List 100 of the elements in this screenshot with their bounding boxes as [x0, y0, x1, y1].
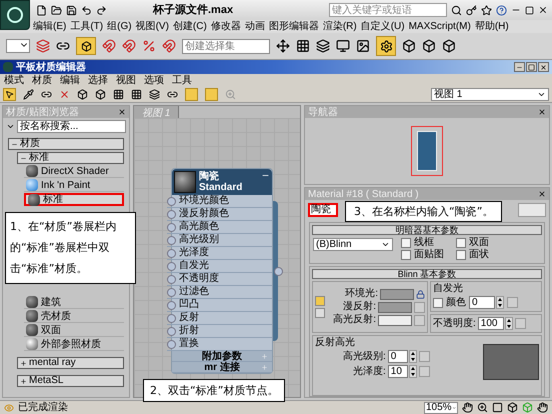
delete-icon[interactable]	[59, 89, 70, 100]
dropdown[interactable]	[6, 39, 30, 53]
menu-item[interactable]: 模式	[4, 76, 24, 86]
menu-item[interactable]: 工具(T)	[70, 22, 104, 32]
rollout-header[interactable]: 材质	[8, 138, 124, 150]
toggle-button[interactable]	[376, 36, 396, 56]
material-list-item[interactable]: DirectX Shader	[24, 165, 124, 178]
menu-item[interactable]: 选项	[144, 76, 164, 86]
spinner-arrows-icon[interactable]	[504, 317, 513, 330]
menu-item[interactable]: 创建(C)	[172, 22, 207, 32]
selection-set-field[interactable]: 创建选择集	[182, 38, 270, 54]
spinner-arrows-icon[interactable]	[408, 365, 417, 378]
checkbox[interactable]	[456, 250, 466, 260]
gear-icon	[380, 40, 392, 52]
material-list-item[interactable]: 标准	[24, 193, 124, 206]
select-tool-button[interactable]	[3, 88, 16, 101]
material-list-item[interactable]: 建筑	[24, 296, 124, 309]
undo-icon[interactable]	[81, 4, 92, 16]
pan-all-icon[interactable]	[537, 402, 548, 413]
toggle-button[interactable]	[205, 88, 218, 101]
color-swatch[interactable]	[378, 314, 412, 326]
color-swatch[interactable]	[378, 302, 412, 312]
rollout-header[interactable]: 标准	[17, 152, 124, 164]
menu-item[interactable]: 视图	[116, 76, 136, 86]
lock-icon[interactable]	[416, 290, 425, 298]
minimize-button[interactable]	[514, 62, 525, 72]
menu-item[interactable]: 编辑	[60, 76, 80, 86]
magnet-icon[interactable]	[122, 39, 136, 53]
material-list-item[interactable]: 外部参照材质	[24, 338, 124, 351]
new-file-icon[interactable]	[36, 4, 47, 16]
help-icon[interactable]	[496, 4, 507, 16]
link-icon[interactable]	[41, 89, 52, 100]
checkbox[interactable]	[401, 250, 411, 260]
toggle-button[interactable]	[185, 88, 198, 101]
menu-item[interactable]: MAXScript(M)	[408, 22, 471, 32]
menu-item[interactable]: 修改器	[210, 22, 241, 32]
maximize-button[interactable]	[526, 62, 537, 72]
menu-item[interactable]: 组(G)	[107, 22, 132, 32]
menu-item[interactable]: 图形编辑器	[268, 22, 319, 32]
close-icon[interactable]	[538, 5, 548, 15]
specular-level-field[interactable]: 0	[388, 350, 408, 363]
material-list-item[interactable]: 壳材质	[24, 310, 124, 323]
layers-icon[interactable]	[316, 39, 330, 53]
opacity-field[interactable]: 100	[478, 317, 504, 330]
menu-item[interactable]: 编辑(E)	[33, 22, 66, 32]
rollout-header[interactable]: MetaSL	[17, 375, 124, 387]
checkbox-label: 线框	[414, 238, 434, 248]
glossiness-field[interactable]: 10	[388, 365, 408, 378]
close-icon[interactable]	[538, 190, 546, 198]
toggle-button[interactable]	[76, 37, 96, 55]
star-icon[interactable]	[481, 4, 492, 16]
pan-icon[interactable]	[462, 402, 473, 413]
key-icon[interactable]	[466, 4, 477, 16]
menu-item[interactable]: 自定义(U)	[360, 22, 405, 32]
status-text: 已完成渲染	[18, 402, 68, 412]
close-icon[interactable]	[538, 108, 546, 116]
slot-label: 环境光颜色	[179, 196, 229, 206]
rollout-header[interactable]: Blinn 基本参数	[312, 269, 542, 279]
open-folder-icon[interactable]	[51, 4, 62, 16]
expand-icon[interactable]	[20, 360, 27, 366]
expand-icon[interactable]	[20, 378, 27, 384]
menu-item[interactable]: 渲染(R)	[322, 22, 357, 32]
view-dropdown[interactable]: 视图 1	[431, 88, 549, 101]
app-logo-icon[interactable]	[0, 0, 30, 30]
node-rollout[interactable]: mr 连接	[172, 362, 272, 373]
material-list-item[interactable]: 双面	[24, 324, 124, 337]
checker-icon[interactable]	[113, 89, 124, 100]
eyedropper-icon[interactable]	[23, 89, 34, 100]
menu-item[interactable]: 材质	[32, 76, 52, 86]
search-field[interactable]: 键入关键字或短语	[329, 3, 447, 17]
checkbox[interactable]	[401, 238, 411, 248]
menu-item[interactable]: 帮助(H)	[474, 22, 509, 32]
magnet-icon[interactable]	[102, 39, 116, 53]
menu-item[interactable]: 工具	[172, 76, 192, 86]
name-field[interactable]: 陶瓷	[308, 203, 338, 217]
redo-icon[interactable]	[96, 4, 107, 16]
maximize-icon[interactable]	[525, 6, 534, 14]
rollout-header[interactable]: mental ray	[17, 357, 124, 369]
self-illumination-field[interactable]: 0	[469, 296, 495, 309]
save-icon[interactable]	[66, 4, 77, 16]
close-button[interactable]	[538, 62, 549, 72]
spinner-arrows-icon[interactable]	[496, 296, 504, 309]
spinner-arrows-icon[interactable]	[408, 350, 417, 363]
unlock-button[interactable]	[315, 308, 325, 318]
close-icon[interactable]	[118, 108, 126, 116]
percent-icon[interactable]	[142, 39, 156, 53]
checkbox[interactable]	[456, 238, 466, 248]
checkbox[interactable]	[433, 298, 443, 308]
menu-item[interactable]: 选择	[88, 76, 108, 86]
search-field[interactable]: 按名称搜索...	[17, 120, 126, 133]
magnet-icon[interactable]	[162, 39, 176, 53]
shader-dropdown[interactable]: (B)Blinn	[313, 238, 393, 251]
material-list-item[interactable]: Ink 'n Paint	[24, 179, 124, 192]
rollout-header[interactable]: 明暗器基本参数	[312, 225, 542, 235]
zoom-dropdown[interactable]: 105%	[424, 402, 458, 414]
zoom-icon[interactable]	[477, 402, 488, 413]
menu-item[interactable]: 视图(V)	[136, 22, 169, 32]
menu-item[interactable]: 动画	[244, 22, 265, 32]
color-swatch[interactable]	[380, 288, 414, 300]
node-rollout[interactable]: 附加参数	[172, 351, 272, 362]
